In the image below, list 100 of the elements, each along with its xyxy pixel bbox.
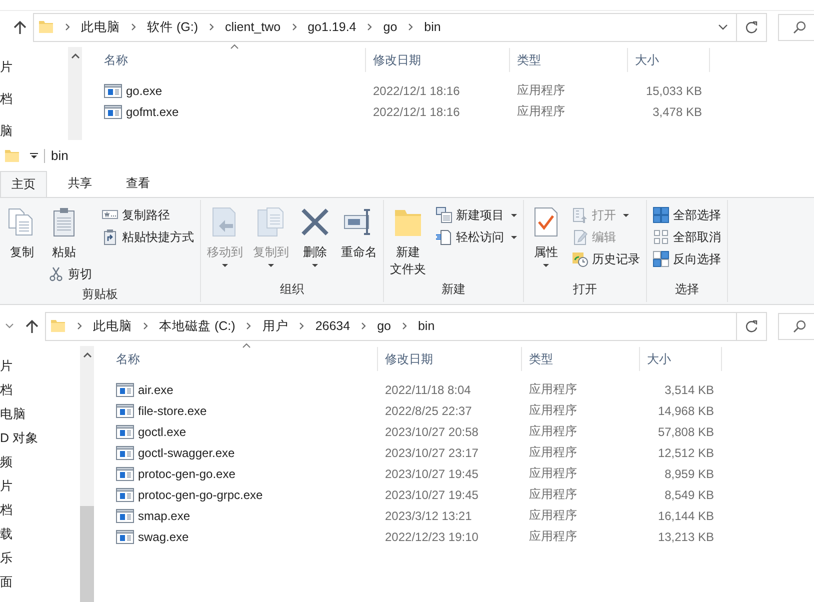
file-date: 2022/8/25 22:37 bbox=[384, 404, 473, 418]
column-header[interactable]: 类型 bbox=[510, 48, 628, 72]
file-name[interactable]: goctl-swagger.exe bbox=[138, 446, 235, 460]
nav-item[interactable]: 乐 bbox=[0, 546, 13, 570]
nav-item[interactable]: 档 bbox=[0, 87, 13, 111]
file-date: 2023/10/27 19:45 bbox=[384, 466, 480, 480]
nav-item[interactable]: D 对象 bbox=[0, 426, 38, 450]
ribbon-tab[interactable]: 查看 bbox=[109, 171, 167, 197]
breadcrumb-item[interactable]: 26634 bbox=[315, 319, 350, 333]
breadcrumb-item[interactable]: 本地磁盘 (C:) bbox=[159, 318, 236, 334]
group-label: 新建 bbox=[440, 281, 466, 298]
scroll-up-icon bbox=[70, 53, 80, 59]
chevron-icon bbox=[64, 23, 71, 31]
breadcrumb-item[interactable]: client_two bbox=[225, 20, 281, 34]
scrollbar[interactable] bbox=[80, 346, 94, 602]
ribbon-button[interactable]: 删除 bbox=[295, 204, 335, 269]
breadcrumb-item[interactable]: bin bbox=[424, 20, 441, 34]
open-icon bbox=[572, 207, 588, 223]
ribbon-tab[interactable]: 共享 bbox=[51, 171, 109, 197]
file-name[interactable]: protoc-gen-go.exe bbox=[138, 466, 236, 480]
ribbon-button[interactable]: 属性 bbox=[526, 204, 566, 269]
scrollbar-thumb[interactable] bbox=[80, 506, 94, 602]
application-icon bbox=[104, 104, 122, 118]
file-type: 应用程序 bbox=[528, 507, 578, 524]
file-name[interactable]: gofmt.exe bbox=[126, 104, 179, 118]
refresh-button[interactable] bbox=[736, 12, 767, 42]
file-type: 应用程序 bbox=[528, 465, 578, 482]
select-none-icon bbox=[653, 229, 669, 245]
nav-item[interactable]: 载 bbox=[0, 522, 13, 546]
column-header[interactable]: 名称 bbox=[90, 48, 366, 72]
breadcrumb-item[interactable]: go1.19.4 bbox=[308, 20, 356, 34]
ribbon-tab[interactable]: 主页 bbox=[0, 171, 47, 197]
ribbon-button[interactable]: 反向选择 bbox=[649, 248, 725, 270]
ribbon-button[interactable]: 复制 bbox=[2, 204, 42, 263]
search-field[interactable] bbox=[778, 14, 814, 40]
column-header[interactable]: 修改日期 bbox=[378, 347, 522, 371]
nav-item[interactable]: 档 bbox=[0, 498, 13, 522]
file-date: 2023/10/27 23:17 bbox=[384, 446, 480, 460]
file-type: 应用程序 bbox=[516, 103, 566, 120]
ribbon-button[interactable]: 复制路径 bbox=[98, 204, 174, 226]
nav-item[interactable]: 面 bbox=[0, 570, 13, 594]
refresh-button[interactable] bbox=[736, 312, 767, 340]
caret-icon bbox=[511, 214, 517, 216]
ribbon-button[interactable]: 粘贴 bbox=[44, 204, 84, 263]
ribbon-button[interactable]: 全部选择 bbox=[649, 204, 725, 226]
file-name[interactable]: file-store.exe bbox=[138, 404, 207, 418]
edit-icon bbox=[572, 229, 588, 245]
file-name[interactable]: protoc-gen-go-grpc.exe bbox=[138, 488, 263, 502]
folder-icon bbox=[4, 148, 20, 164]
ribbon-button[interactable]: 重命名 bbox=[337, 204, 381, 263]
column-header[interactable]: 类型 bbox=[522, 347, 640, 371]
column-header[interactable]: 名称 bbox=[102, 347, 378, 371]
breadcrumb-item[interactable]: bin bbox=[418, 319, 435, 333]
application-icon bbox=[116, 488, 134, 502]
file-name[interactable]: goctl.exe bbox=[138, 424, 186, 438]
file-date: 2023/3/12 13:21 bbox=[384, 508, 473, 522]
file-name[interactable]: swag.exe bbox=[138, 530, 189, 544]
file-name[interactable]: air.exe bbox=[138, 382, 174, 396]
refresh-icon bbox=[745, 320, 758, 332]
ribbon-button[interactable]: 新建 文件夹 bbox=[386, 204, 430, 280]
breadcrumb-item[interactable]: go bbox=[377, 319, 391, 333]
breadcrumb-item[interactable]: 此电脑 bbox=[81, 18, 120, 36]
application-icon bbox=[116, 382, 134, 396]
search-icon bbox=[793, 20, 806, 34]
nav-item[interactable]: 片 bbox=[0, 474, 13, 498]
nav-item[interactable]: 电脑 bbox=[0, 402, 26, 426]
breadcrumb-item[interactable]: 用户 bbox=[262, 318, 288, 334]
ribbon-button[interactable]: 历史记录 bbox=[568, 248, 644, 270]
ribbon-button[interactable]: 粘贴快捷方式 bbox=[98, 226, 198, 248]
file-date: 2022/12/1 18:16 bbox=[372, 84, 461, 98]
nav-item[interactable]: 频 bbox=[0, 450, 13, 474]
ribbon-button[interactable]: 全部取消 bbox=[649, 226, 725, 248]
breadcrumb-item[interactable]: go bbox=[383, 20, 398, 34]
column-header[interactable]: 大小 bbox=[640, 347, 722, 371]
caret-icon bbox=[543, 264, 549, 267]
nav-item[interactable]: 脑 bbox=[0, 119, 13, 140]
nav-item[interactable]: 片 bbox=[0, 55, 13, 79]
ribbon-button[interactable]: 新建项目 bbox=[432, 204, 521, 226]
ribbon-button[interactable]: 轻松访问 bbox=[432, 226, 521, 248]
column-header[interactable]: 修改日期 bbox=[366, 48, 510, 72]
file-size: 8,959 KB bbox=[664, 466, 715, 480]
nav-item[interactable]: 片 bbox=[0, 354, 13, 378]
application-icon bbox=[116, 530, 134, 544]
file-size: 3,514 KB bbox=[664, 382, 715, 396]
search-field[interactable] bbox=[778, 312, 814, 340]
breadcrumb-item[interactable]: 软件 (G:) bbox=[147, 18, 198, 36]
chevron-icon bbox=[290, 23, 298, 31]
file-size: 12,512 KB bbox=[656, 446, 715, 460]
address-bar[interactable]: 此电脑 本地磁盘 (C:) 用户 26634 go bin bbox=[45, 312, 736, 340]
breadcrumb-item[interactable]: 此电脑 bbox=[93, 318, 132, 334]
file-name[interactable]: go.exe bbox=[126, 84, 162, 98]
sort-caret-icon bbox=[230, 44, 239, 49]
address-bar[interactable]: 此电脑 软件 (G:) client_two go1.19.4 go bin bbox=[33, 12, 736, 42]
file-name[interactable]: smap.exe bbox=[138, 508, 190, 522]
nav-item[interactable]: 档 bbox=[0, 378, 13, 402]
up-arrow-icon bbox=[25, 318, 39, 334]
scrollbar[interactable] bbox=[68, 47, 82, 140]
group-label: 打开 bbox=[572, 281, 598, 298]
column-header[interactable]: 大小 bbox=[628, 48, 710, 72]
ribbon-button[interactable]: 剪切 bbox=[44, 263, 96, 285]
